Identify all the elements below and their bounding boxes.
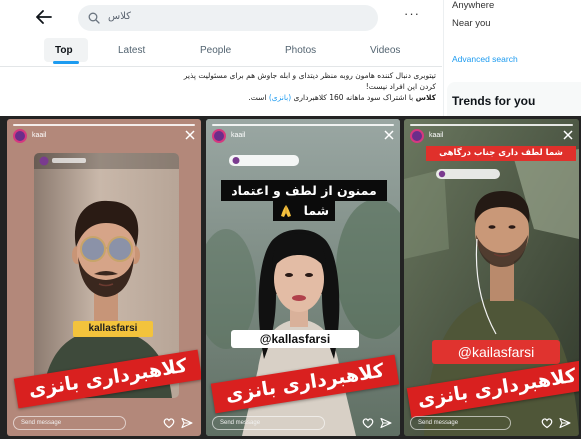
story-caption: ممنون از لطف و اعتماد bbox=[221, 180, 387, 201]
story-progress-bar bbox=[13, 124, 195, 126]
story-username[interactable]: kaail bbox=[231, 132, 245, 139]
story-caption: شما لطف داری جناب درگاهی bbox=[426, 146, 576, 161]
story-footer: Send message bbox=[13, 416, 195, 430]
trends-title: Trends for you bbox=[452, 94, 536, 108]
story-header: kaail bbox=[410, 129, 573, 143]
send-icon[interactable] bbox=[380, 417, 392, 429]
story-username[interactable]: kaail bbox=[32, 132, 46, 139]
story-card[interactable]: kaail شما لطف داری جناب درگاهی @kailasfa… bbox=[404, 119, 579, 436]
send-icon[interactable] bbox=[181, 417, 193, 429]
active-tab-indicator bbox=[53, 61, 79, 64]
advanced-search-link[interactable]: Advanced search bbox=[452, 54, 518, 64]
send-icon[interactable] bbox=[559, 417, 571, 429]
tweet-link[interactable]: (بانزی) bbox=[269, 93, 291, 102]
tweet-text-part: است. bbox=[248, 93, 267, 102]
praying-hands-icon bbox=[281, 205, 291, 217]
heart-icon[interactable] bbox=[362, 417, 374, 429]
story-caption-word: شما bbox=[303, 203, 329, 218]
reply-input[interactable]: Send message bbox=[410, 416, 512, 430]
story-username[interactable]: kaail bbox=[429, 132, 443, 139]
tab-latest[interactable]: Latest bbox=[118, 45, 145, 56]
story-footer: Send message bbox=[212, 416, 394, 430]
tweet-bold-word: کلاس bbox=[415, 93, 436, 102]
account-tag: @kailasfarsi bbox=[432, 340, 560, 364]
more-options-icon[interactable]: ··· bbox=[404, 6, 420, 21]
tweet-text-part: با اشتراک سود ماهانه 160 کلاهبرداری bbox=[293, 93, 414, 102]
stories-strip: kaail kallasfarsi کلاهبرداری بانزی Send … bbox=[0, 116, 581, 439]
search-input[interactable]: کلاس bbox=[78, 5, 378, 31]
avatar[interactable] bbox=[410, 129, 424, 143]
account-tag: @kallasfarsi bbox=[231, 330, 359, 348]
story-caption-second-line: شما bbox=[273, 201, 335, 221]
story-card[interactable]: kaail ممنون از لطف و اعتماد شما @kallasf… bbox=[206, 119, 400, 436]
heart-icon[interactable] bbox=[541, 417, 553, 429]
search-icon bbox=[88, 12, 100, 24]
story-progress-bar bbox=[212, 124, 394, 126]
tweet-text: تیتوبری دنبال کننده هامون روبه منظر دیتد… bbox=[36, 70, 436, 103]
back-arrow-icon[interactable] bbox=[36, 10, 52, 24]
location-near-you-option[interactable]: Near you bbox=[452, 18, 491, 29]
heart-icon[interactable] bbox=[163, 417, 175, 429]
search-page: کلاس ··· Top Latest People Photos Videos… bbox=[0, 0, 581, 116]
screenshot-collage: کلاس ··· Top Latest People Photos Videos… bbox=[0, 0, 581, 439]
close-icon[interactable] bbox=[563, 130, 573, 140]
tab-top[interactable]: Top bbox=[55, 45, 73, 56]
location-anywhere-option[interactable]: Anywhere bbox=[452, 0, 494, 11]
story-card[interactable]: kaail kallasfarsi کلاهبرداری بانزی Send … bbox=[7, 119, 201, 436]
tab-photos[interactable]: Photos bbox=[285, 45, 316, 56]
tab-videos[interactable]: Videos bbox=[370, 45, 400, 56]
reply-input[interactable]: Send message bbox=[212, 416, 325, 430]
tabs-divider bbox=[0, 66, 442, 67]
story-footer: Send message bbox=[410, 416, 573, 430]
account-tag: kallasfarsi bbox=[73, 321, 153, 337]
story-header: kaail bbox=[13, 129, 195, 143]
story-header: kaail bbox=[212, 129, 394, 143]
sidebar-divider bbox=[443, 0, 444, 116]
close-icon[interactable] bbox=[384, 130, 394, 140]
close-icon[interactable] bbox=[185, 130, 195, 140]
story-progress-bar bbox=[410, 124, 573, 126]
tab-people[interactable]: People bbox=[200, 45, 231, 56]
avatar[interactable] bbox=[13, 129, 27, 143]
avatar[interactable] bbox=[212, 129, 226, 143]
tweet-line: کلاس با اشتراک سود ماهانه 160 کلاهبرداری… bbox=[36, 92, 436, 103]
reply-input[interactable]: Send message bbox=[13, 416, 126, 430]
search-query: کلاس bbox=[108, 11, 131, 22]
tweet-line: کردن این افراد نیست! bbox=[365, 82, 436, 91]
tweet-line: تیتوبری دنبال کننده هامون روبه منظر دیتد… bbox=[183, 71, 436, 80]
